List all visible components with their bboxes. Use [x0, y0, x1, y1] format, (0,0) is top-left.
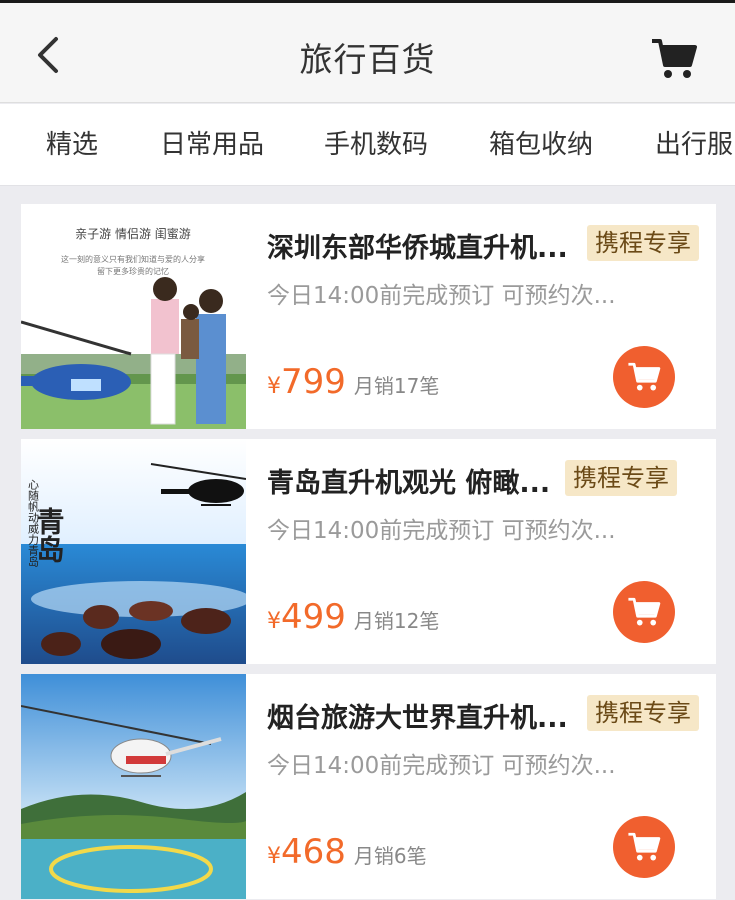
booking-note: 今日14:00前完成预订 可预约次...: [267, 753, 616, 779]
category-tabs: 精选 日常用品 手机数码 箱包收纳 出行服: [0, 104, 735, 186]
price-row: ¥499 月销12笔: [267, 597, 439, 637]
page-title: 旅行百货: [299, 40, 436, 79]
monthly-sales: 月销17笔: [353, 374, 440, 398]
cart-icon: [628, 597, 661, 626]
ctrip-exclusive-badge: 携程专享: [587, 695, 699, 731]
currency-symbol: ¥: [267, 609, 281, 634]
tab-featured[interactable]: 精选: [46, 124, 98, 161]
cart-icon: [628, 362, 661, 391]
tab-daily-goods[interactable]: 日常用品: [160, 124, 264, 161]
tab-luggage-storage[interactable]: 箱包收纳: [489, 124, 593, 161]
product-card[interactable]: 烟台旅游大世界直升机... 携程专享 今日14:00前完成预订 可预约次... …: [21, 674, 716, 899]
product-name: 烟台旅游大世界直升机...: [267, 703, 568, 734]
image-caption: 留下更多珍贵的记忆: [97, 266, 169, 276]
product-name: 青岛直升机观光 俯瞰...: [267, 468, 551, 499]
tab-travel-wear[interactable]: 出行服: [655, 124, 733, 161]
product-price: 499: [281, 597, 346, 637]
product-card[interactable]: 青岛 心随帆动威力青岛 青岛直升机观光 俯瞰... 携程专享 今日14:00前完…: [21, 439, 716, 664]
image-caption: 这一刻的意义只有我们知道与爱的人分享: [61, 254, 205, 264]
monthly-sales: 月销12笔: [353, 609, 440, 633]
image-caption: 心随帆动威力青岛: [27, 479, 40, 568]
price-row: ¥799 月销17笔: [267, 362, 439, 402]
product-name: 深圳东部华侨城直升机...: [267, 233, 568, 264]
currency-symbol: ¥: [267, 374, 281, 399]
price-row: ¥468 月销6笔: [267, 832, 427, 872]
ctrip-exclusive-badge: 携程专享: [565, 460, 677, 496]
tab-phone-digital[interactable]: 手机数码: [324, 124, 428, 161]
cart-icon: [652, 39, 697, 78]
add-to-cart-button[interactable]: [613, 346, 675, 408]
cart-icon: [628, 832, 661, 861]
ctrip-exclusive-badge: 携程专享: [587, 225, 699, 261]
app-header: 旅行百货: [0, 3, 735, 103]
product-image: 亲子游 情侣游 闺蜜游 这一刻的意义只有我们知道与爱的人分享 留下更多珍贵的记忆: [21, 204, 246, 429]
add-to-cart-button[interactable]: [613, 581, 675, 643]
add-to-cart-button[interactable]: [613, 816, 675, 878]
product-price: 468: [281, 832, 346, 872]
currency-symbol: ¥: [267, 844, 281, 869]
product-price: 799: [281, 362, 346, 402]
monthly-sales: 月销6笔: [353, 844, 427, 868]
booking-note: 今日14:00前完成预订 可预约次...: [267, 283, 616, 309]
image-caption: 亲子游 情侣游 闺蜜游: [75, 226, 191, 241]
product-image: [21, 674, 246, 899]
product-image: 青岛 心随帆动威力青岛: [21, 439, 246, 664]
booking-note: 今日14:00前完成预订 可预约次...: [267, 518, 616, 544]
cart-button[interactable]: [650, 37, 698, 81]
product-card[interactable]: 亲子游 情侣游 闺蜜游 这一刻的意义只有我们知道与爱的人分享 留下更多珍贵的记忆…: [21, 204, 716, 429]
